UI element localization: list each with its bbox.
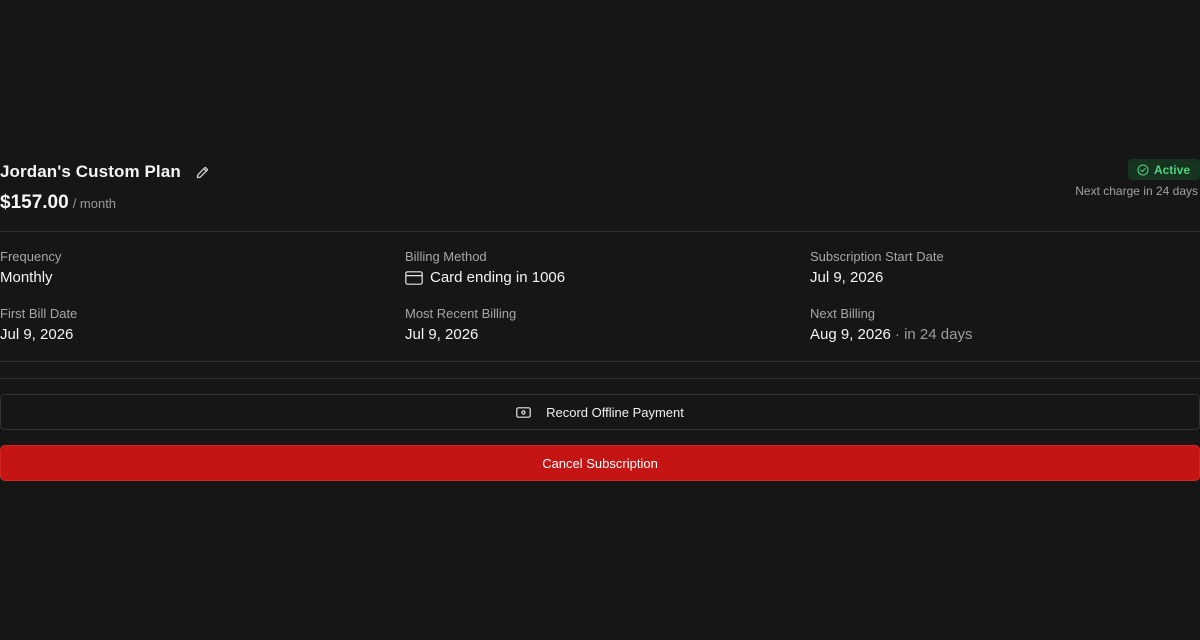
next-billing-date: Aug 9, 2026 [810,326,891,343]
next-billing-field: Next Billing Aug 9, 2026 · in 24 days [810,306,972,343]
frequency-label: Frequency [0,249,62,264]
recent-billing-field: Most Recent Billing Jul 9, 2026 [405,306,516,343]
start-date-value: Jul 9, 2026 [810,269,884,286]
billing-method-value: Card ending in 1006 [405,269,565,286]
card-text: Card ending in 1006 [430,269,566,286]
check-circle-icon [1137,163,1149,176]
next-charge-text: Next charge in 24 days [1075,184,1198,198]
next-billing-label: Next Billing [810,306,876,321]
record-offline-payment-button[interactable]: Record Offline Payment [0,394,1200,430]
next-billing-relative: · in 24 days [894,326,973,343]
record-offline-payment-label: Record Offline Payment [546,404,684,420]
plan-price: $157.00 [0,192,69,213]
subscription-page: Jordan's Custom Plan $157.00 / month Act… [0,0,1200,640]
edit-plan-button[interactable] [195,164,211,180]
first-bill-label: First Bill Date [0,306,78,321]
divider [0,231,1200,232]
price-row: $157.00 / month [0,192,116,214]
cash-icon [516,406,531,418]
credit-card-icon [405,270,423,285]
plan-title-row: Jordan's Custom Plan [0,162,211,182]
divider [0,361,1200,362]
billing-method-field: Billing Method Card ending in 1006 [405,249,565,286]
status-label: Active [1153,162,1190,177]
first-bill-value: Jul 9, 2026 [0,326,74,343]
billing-method-label: Billing Method [405,249,487,264]
pencil-icon [197,166,209,178]
plan-header: Jordan's Custom Plan $157.00 / month Act… [0,158,1200,218]
next-billing-value: Aug 9, 2026 · in 24 days [810,326,972,343]
cancel-subscription-label: Cancel Subscription [542,455,658,471]
start-date-field: Subscription Start Date Jul 9, 2026 [810,249,944,286]
cancel-subscription-button[interactable]: Cancel Subscription [0,445,1200,481]
plan-period: / month [72,196,117,211]
frequency-value: Monthly [0,269,53,286]
status-badge: Active [1127,159,1200,180]
recent-billing-value: Jul 9, 2026 [405,326,479,343]
plan-name: Jordan's Custom Plan [0,162,181,181]
divider [0,378,1200,379]
recent-billing-label: Most Recent Billing [405,306,517,321]
first-bill-field: First Bill Date Jul 9, 2026 [0,306,77,343]
start-date-label: Subscription Start Date [810,249,944,264]
frequency-field: Frequency Monthly [0,249,61,286]
